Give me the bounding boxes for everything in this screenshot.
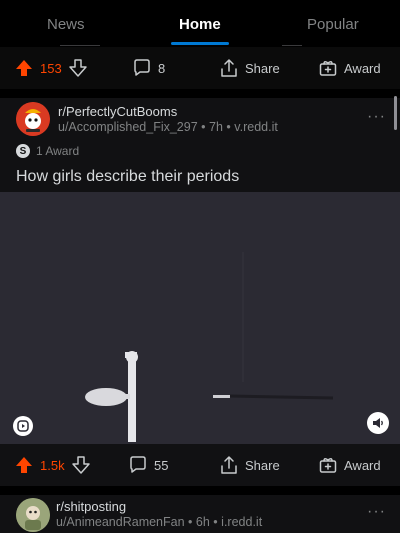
post-domain[interactable]: v.redd.it <box>234 120 278 134</box>
post-author[interactable]: u/Accomplished_Fix_297 <box>58 120 198 134</box>
more-options-icon[interactable]: ··· <box>367 108 386 126</box>
meta-separator: • <box>188 515 193 529</box>
comment-count: 55 <box>154 457 169 473</box>
next-post-card[interactable]: r/shitposting u/AnimeandRamenFan • 6h • … <box>0 495 400 533</box>
award-button[interactable]: Award <box>318 47 381 89</box>
post-title[interactable]: How girls describe their periods <box>16 168 239 186</box>
post-separator <box>0 89 400 98</box>
comment-icon <box>132 58 152 78</box>
prev-post-action-bar: 153 8 Share Award <box>0 47 400 89</box>
upvote-icon[interactable] <box>14 58 34 78</box>
post-meta: u/AnimeandRamenFan • 6h • i.redd.it <box>56 515 262 529</box>
tab-popular[interactable]: Popular <box>307 16 359 33</box>
gift-icon <box>318 58 338 78</box>
award-summary[interactable]: S 1 Award <box>16 144 79 158</box>
comments-button[interactable]: 8 <box>132 47 165 89</box>
meta-separator: • <box>226 120 231 134</box>
autoplay-icon[interactable] <box>13 416 33 436</box>
post-author[interactable]: u/AnimeandRamenFan <box>56 515 185 529</box>
tab-divider <box>282 45 302 46</box>
meta-separator: • <box>201 120 206 134</box>
post-age: 7h <box>209 120 223 134</box>
subreddit-avatar[interactable] <box>16 102 50 136</box>
tab-divider <box>60 45 100 46</box>
award-label: Award <box>344 457 381 473</box>
scrollbar-thumb[interactable] <box>394 96 397 130</box>
subreddit-name[interactable]: r/PerfectlyCutBooms <box>58 104 177 119</box>
tab-home[interactable]: Home <box>179 16 221 33</box>
subreddit-avatar[interactable] <box>16 498 50 532</box>
tab-news[interactable]: News <box>47 16 85 33</box>
gift-icon <box>318 455 338 475</box>
comments-button[interactable]: 55 <box>128 444 168 486</box>
vote-group: 153 <box>14 47 88 89</box>
downvote-icon[interactable] <box>68 58 88 78</box>
share-button[interactable]: Share <box>219 47 280 89</box>
mute-icon[interactable] <box>367 412 389 434</box>
downvote-icon[interactable] <box>71 455 91 475</box>
comment-icon <box>128 455 148 475</box>
meta-separator: • <box>213 515 218 529</box>
video-player[interactable] <box>0 192 400 444</box>
post-action-bar: 1.5k 55 Share Award <box>0 444 400 486</box>
video-frame <box>0 192 400 444</box>
vote-group: 1.5k <box>14 444 91 486</box>
award-count: 1 Award <box>36 144 80 158</box>
post-domain[interactable]: i.redd.it <box>221 515 262 529</box>
award-button[interactable]: Award <box>318 444 381 486</box>
share-icon <box>219 455 239 475</box>
share-label: Share <box>245 457 280 473</box>
post-separator <box>0 486 400 495</box>
upvote-icon[interactable] <box>14 455 34 475</box>
share-icon <box>219 58 239 78</box>
subreddit-name[interactable]: r/shitposting <box>56 499 126 514</box>
active-tab-indicator <box>171 42 229 45</box>
comment-count: 8 <box>158 60 166 76</box>
award-icon: S <box>16 144 30 158</box>
upvote-count: 1.5k <box>40 457 65 473</box>
post-meta: u/Accomplished_Fix_297 • 7h • v.redd.it <box>58 120 278 134</box>
award-label: Award <box>344 60 381 76</box>
post-age: 6h <box>195 515 210 529</box>
more-options-icon[interactable]: ··· <box>367 503 386 521</box>
share-label: Share <box>245 60 280 76</box>
share-button[interactable]: Share <box>219 444 280 486</box>
upvote-count: 153 <box>40 60 62 76</box>
feed-tab-bar: News Home Popular <box>0 0 400 46</box>
